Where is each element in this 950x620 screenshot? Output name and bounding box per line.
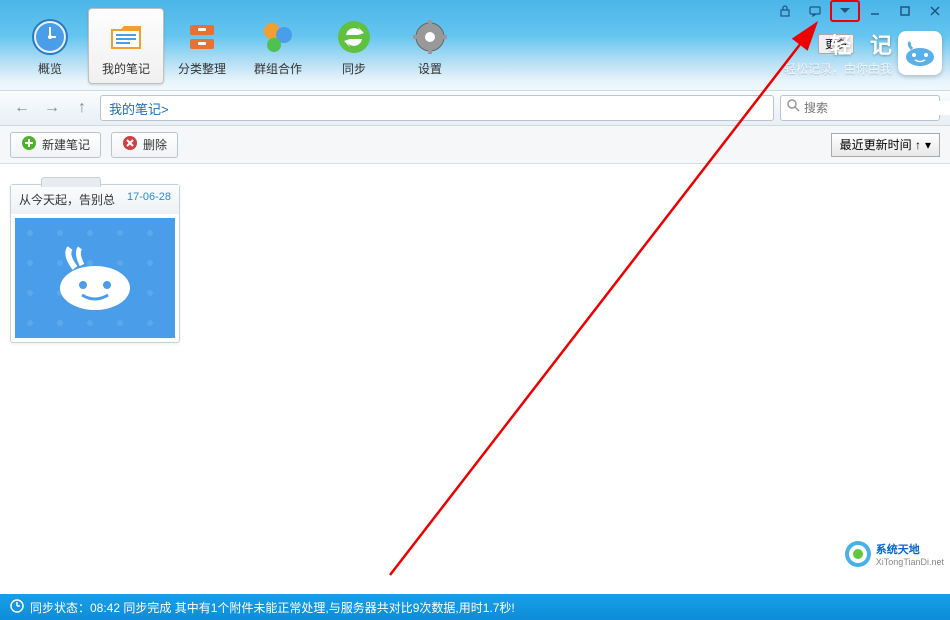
close-button[interactable] bbox=[920, 0, 950, 22]
maximize-button[interactable] bbox=[890, 0, 920, 22]
clock-icon bbox=[29, 16, 71, 58]
search-input[interactable] bbox=[804, 101, 950, 115]
status-text: 同步状态：08:42 同步完成 其中有1个附件未能正常处理,与服务器共对比9次数… bbox=[30, 599, 515, 616]
sync-button[interactable]: 同步 bbox=[316, 8, 392, 84]
action-bar: 新建笔记 删除 最近更新时间 ↑ ▾ bbox=[0, 126, 950, 164]
new-note-label: 新建笔记 bbox=[42, 136, 90, 153]
cloud-logo-icon bbox=[898, 31, 942, 75]
main-toolbar: 概览 我的笔记 分类整理 群组合作 同步 bbox=[12, 8, 468, 84]
gear-icon bbox=[409, 16, 451, 58]
sync-label: 同步 bbox=[342, 60, 366, 77]
settings-label: 设置 bbox=[418, 60, 442, 77]
search-icon bbox=[787, 99, 800, 117]
breadcrumb-path[interactable] bbox=[100, 95, 774, 121]
delete-icon bbox=[122, 135, 138, 154]
folder-icon bbox=[105, 16, 147, 58]
app-title: 轻 记 bbox=[784, 28, 892, 60]
delete-label: 删除 bbox=[143, 136, 167, 153]
settings-button[interactable]: 设置 bbox=[392, 8, 468, 84]
watermark: 系统天地 XiTongTianDi.net bbox=[844, 540, 944, 568]
note-title: 从今天起，告别总 bbox=[19, 191, 115, 208]
groups-label: 群组合作 bbox=[254, 60, 302, 77]
note-tab-decoration bbox=[41, 177, 101, 187]
my-notes-label: 我的笔记 bbox=[102, 60, 150, 77]
navigation-bar: ← → ↑ bbox=[0, 90, 950, 126]
overview-label: 概览 bbox=[38, 60, 62, 77]
nav-up-button[interactable]: ↑ bbox=[70, 96, 94, 120]
categories-label: 分类整理 bbox=[178, 60, 226, 77]
my-notes-button[interactable]: 我的笔记 bbox=[88, 8, 164, 84]
new-note-button[interactable]: 新建笔记 bbox=[10, 132, 101, 158]
watermark-icon bbox=[844, 540, 872, 568]
dropdown-menu-icon[interactable] bbox=[830, 0, 860, 22]
sort-dropdown[interactable]: 最近更新时间 ↑ ▾ bbox=[831, 133, 940, 157]
window-controls-area bbox=[770, 0, 950, 24]
feedback-icon[interactable] bbox=[800, 0, 830, 22]
note-card[interactable]: 从今天起，告别总 17-06-28 bbox=[10, 184, 180, 343]
nav-forward-button[interactable]: → bbox=[40, 96, 64, 120]
minimize-button[interactable] bbox=[860, 0, 890, 22]
delete-button[interactable]: 删除 bbox=[111, 132, 178, 158]
lock-icon[interactable] bbox=[770, 0, 800, 22]
note-thumbnail bbox=[15, 218, 175, 338]
notes-grid: 从今天起，告别总 17-06-28 系统天地 XiTongTianDi.net bbox=[0, 164, 950, 594]
overview-button[interactable]: 概览 bbox=[12, 8, 88, 84]
chevron-down-icon: ▾ bbox=[925, 138, 931, 152]
groups-button[interactable]: 群组合作 bbox=[240, 8, 316, 84]
sort-label: 最近更新时间 ↑ bbox=[840, 136, 921, 153]
note-date: 17-06-28 bbox=[127, 191, 171, 208]
plus-icon bbox=[21, 135, 37, 154]
watermark-en: XiTongTianDi.net bbox=[876, 557, 944, 567]
categories-button[interactable]: 分类整理 bbox=[164, 8, 240, 84]
header-toolbar: 概览 我的笔记 分类整理 群组合作 同步 bbox=[0, 0, 950, 90]
app-branding: 轻 记 轻松记录，由你由我 bbox=[784, 28, 942, 77]
sync-icon bbox=[333, 16, 375, 58]
people-icon bbox=[257, 16, 299, 58]
drawer-icon bbox=[181, 16, 223, 58]
search-box[interactable] bbox=[780, 95, 940, 121]
watermark-cn: 系统天地 bbox=[876, 541, 944, 557]
status-bar: 同步状态：08:42 同步完成 其中有1个附件未能正常处理,与服务器共对比9次数… bbox=[0, 594, 950, 620]
app-subtitle: 轻松记录，由你由我 bbox=[784, 60, 892, 77]
clock-status-icon bbox=[10, 599, 24, 616]
nav-back-button[interactable]: ← bbox=[10, 96, 34, 120]
